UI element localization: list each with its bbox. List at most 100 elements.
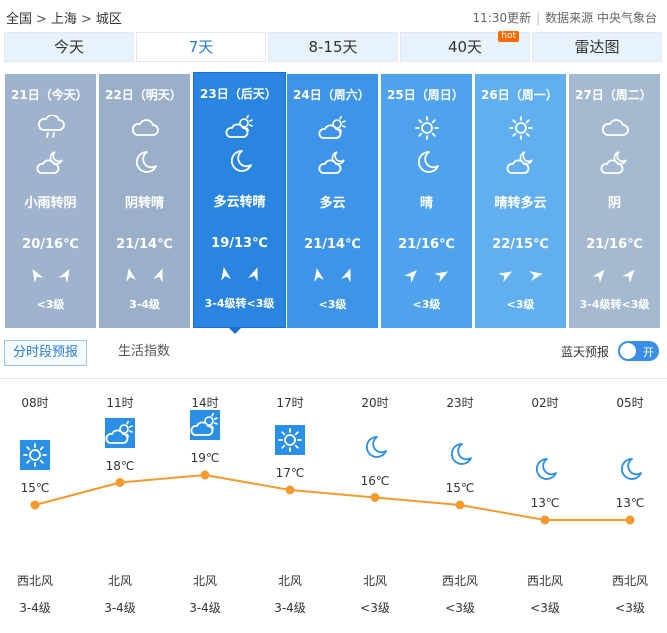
breadcrumb-country[interactable]: 全国 (6, 12, 32, 27)
tab-7day[interactable]: 7天 (136, 32, 266, 62)
day-weather-desc: 晴转多云 (494, 196, 547, 211)
day-temperature: 21/14℃ (304, 237, 361, 252)
wind-direction-icon (403, 266, 421, 284)
sun-icon (506, 115, 536, 141)
day-card[interactable]: 24日（周六） 多云 21/14℃ <3级 (287, 74, 378, 328)
day-date: 24日（周六） (293, 88, 370, 102)
sun-icon (412, 115, 442, 141)
blue-sky-label: 蓝天预报 (560, 345, 609, 359)
hour-wind-direction: 西北风 (441, 574, 478, 588)
cloud-moon-icon (318, 149, 348, 175)
day-weather-desc: 小雨转阴 (24, 196, 77, 211)
wind-direction-icon (57, 266, 75, 284)
breadcrumb-district: 城区 (95, 12, 122, 27)
day-card[interactable]: 26日（周一） 晴转多云 22/15℃ <3级 (475, 74, 566, 328)
tab-label: 8-15天 (308, 38, 358, 56)
day-wind-level: 3-4级转<3级 (204, 297, 275, 310)
day-weather-desc: 多云转晴 (213, 195, 266, 210)
day-weather-desc: 阴 (607, 196, 621, 211)
hour-temperature-label: 15℃ (445, 481, 475, 495)
day-wind-level: <3级 (318, 298, 347, 311)
day-card[interactable]: 23日（后天） 多云转晴 19/13℃ 3-4级转<3级 (193, 72, 286, 328)
sub-tabs: 分时段预报 生活指数 蓝天预报 开 (0, 338, 667, 379)
wind-direction-icon (527, 266, 545, 284)
day-card[interactable]: 21日（今天） 小雨转阴 20/16℃ <3级 (5, 74, 96, 328)
hour-time: 20时 (361, 396, 389, 410)
hour-temperature-label: 17℃ (275, 466, 305, 480)
day-date: 21日（今天） (11, 88, 88, 102)
hour-wind-level: 3-4级 (274, 601, 306, 615)
hour-time: 17时 (276, 396, 304, 410)
day-temperature: 21/16℃ (586, 237, 643, 252)
hour-time: 08时 (21, 396, 49, 410)
day-card[interactable]: 27日（周二） 阴 21/16℃ 3-4级转<3级 (569, 74, 660, 328)
hour-wind-direction: 西北风 (611, 574, 648, 588)
hour-wind-level: <3级 (360, 601, 390, 615)
sun-icon (20, 440, 50, 470)
hour-time: 14时 (191, 396, 219, 410)
cloud-sun-icon (105, 417, 135, 448)
wind-direction-icon (309, 266, 327, 284)
tab-today[interactable]: 今天 (4, 32, 134, 62)
day-wind-level: <3级 (412, 298, 441, 311)
hour-wind-direction: 北风 (362, 574, 387, 588)
hour-wind-direction: 北风 (107, 574, 132, 588)
moon-icon (360, 433, 390, 463)
wind-direction-icon (433, 266, 451, 284)
moon-icon (530, 455, 560, 485)
data-source: 数据来源 中央气象台 (545, 11, 657, 25)
day-date: 23日（后天） (200, 87, 277, 101)
day-date: 25日（周日） (387, 88, 464, 102)
hour-wind-level: <3级 (445, 601, 475, 615)
day-temperature: 21/14℃ (116, 237, 173, 252)
update-info: 11:30更新 | 数据来源 中央气象台 (473, 9, 657, 26)
hourly-column: 08时 西北风 3-4级 (0, 380, 78, 633)
wind-direction-icon (216, 265, 234, 283)
day-wind-level: <3级 (506, 298, 535, 311)
hour-wind-level: 3-4级 (104, 601, 136, 615)
breadcrumb-city[interactable]: 上海 (51, 12, 77, 27)
blue-sky-toggle[interactable]: 开 (618, 341, 659, 361)
cloud-sun-icon (225, 114, 255, 140)
hourly-column: 23时西北风 <3级 (418, 380, 503, 633)
cloud-icon (130, 115, 160, 141)
day-wind-level: 3-4级转<3级 (579, 298, 650, 311)
tab-label: 40天 (447, 38, 483, 56)
wind-direction-icon (246, 265, 264, 283)
hour-time: 11时 (106, 396, 134, 410)
hour-temperature-label: 16℃ (360, 473, 390, 488)
sun-icon (275, 425, 305, 455)
tab-life-index[interactable]: 生活指数 (110, 340, 178, 364)
wind-direction-icon (27, 266, 45, 284)
day-temperature: 22/15℃ (492, 237, 549, 252)
hour-wind-level: <3级 (615, 601, 645, 615)
day-wind-level: <3级 (36, 298, 65, 311)
wind-direction-icon (621, 266, 639, 284)
day-card[interactable]: 22日（明天） 阴转晴 21/14℃ 3-4级 (99, 74, 190, 328)
breadcrumb-separator: > (36, 12, 47, 27)
day-temperature: 21/16℃ (398, 237, 455, 252)
hour-time: 23时 (446, 396, 474, 410)
moon-icon (445, 440, 475, 470)
tab-label: 雷达图 (574, 38, 620, 56)
hour-temperature-label: 18℃ (105, 458, 135, 473)
wind-direction-icon (339, 266, 357, 284)
tab-hourly-forecast[interactable]: 分时段预报 (4, 340, 88, 366)
hour-wind-level: 3-4级 (189, 601, 221, 615)
tab-40day[interactable]: 40天 hot (400, 31, 530, 62)
update-time: 11:30更新 (472, 11, 532, 25)
hour-temperature-label: 15℃ (20, 481, 50, 495)
hour-temperature-label: 13℃ (530, 496, 560, 510)
hour-time: 02时 (531, 396, 559, 410)
tab-label: 7天 (188, 38, 214, 56)
day-weather-desc: 阴转晴 (124, 196, 164, 211)
cloud-moon-icon (600, 149, 630, 175)
day-card[interactable]: 25日（周日） 晴 21/16℃ <3级 (381, 74, 472, 328)
day-date: 26日（周一） (481, 88, 558, 102)
hour-wind-direction: 北风 (192, 574, 217, 588)
forecast-tabs: 今天 7天 8-15天 40天 hot 雷达图 (4, 31, 663, 62)
hour-wind-level: <3级 (530, 601, 560, 615)
tab-8-15day[interactable]: 8-15天 (268, 32, 398, 62)
hour-wind-direction: 北风 (277, 574, 302, 588)
tab-radar[interactable]: 雷达图 (532, 32, 662, 62)
